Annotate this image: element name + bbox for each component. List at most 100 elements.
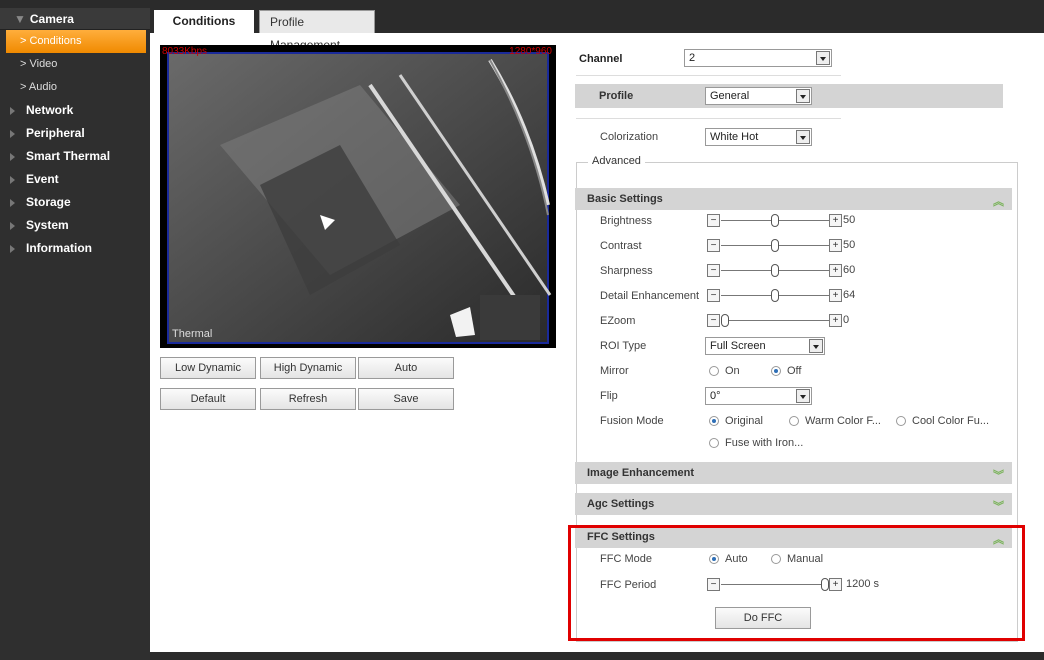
expand-arrow-icon xyxy=(10,222,15,230)
flip-label: Flip xyxy=(600,390,618,402)
minus-icon[interactable]: − xyxy=(707,289,720,302)
slider-thumb[interactable] xyxy=(771,264,779,277)
slider-thumb[interactable] xyxy=(771,214,779,227)
mirror-label: Mirror xyxy=(600,365,629,377)
sidebar-item-smart-thermal[interactable]: Smart Thermal xyxy=(0,145,150,168)
roi-type-value: Full Screen xyxy=(710,340,766,352)
sidebar-item-label: Event xyxy=(26,172,59,186)
sidebar-item-event[interactable]: Event xyxy=(0,168,150,191)
agc-settings-title: Agc Settings xyxy=(587,498,655,510)
slider-thumb[interactable] xyxy=(771,289,779,302)
channel-select[interactable]: 2 xyxy=(684,49,832,67)
contrast-slider[interactable]: − +50 xyxy=(707,239,867,253)
sidebar-item-peripheral[interactable]: Peripheral xyxy=(0,122,150,145)
chevron-down-icon xyxy=(809,339,823,353)
sidebar-item-label: Smart Thermal xyxy=(26,149,111,163)
sidebar-item-label: Peripheral xyxy=(26,126,85,140)
sharpness-slider[interactable]: − +60 xyxy=(707,264,867,278)
divider xyxy=(576,118,841,119)
fusion-mode-label: Fusion Mode xyxy=(600,415,664,427)
minus-icon[interactable]: − xyxy=(707,239,720,252)
fusion-iron-radio[interactable] xyxy=(709,438,719,448)
colorization-select[interactable]: White Hot xyxy=(705,128,812,146)
minus-icon[interactable]: − xyxy=(707,264,720,277)
plus-icon[interactable]: + xyxy=(829,239,842,252)
plus-icon[interactable]: + xyxy=(829,214,842,227)
expand-arrow-icon xyxy=(10,199,15,207)
sharpness-value: 60 xyxy=(843,264,856,276)
roi-type-select[interactable]: Full Screen xyxy=(705,337,825,355)
default-button[interactable]: Default xyxy=(160,388,256,410)
colorization-label: Colorization xyxy=(600,131,659,143)
sidebar-item-audio[interactable]: > Audio xyxy=(0,76,150,99)
advanced-legend: Advanced xyxy=(588,155,645,167)
sharpness-label: Sharpness xyxy=(600,265,653,277)
expand-chevron-icon[interactable]: ︾ xyxy=(993,496,1004,518)
channel-label: Channel xyxy=(579,53,623,65)
mirror-on-radio[interactable] xyxy=(709,366,719,376)
image-enhancement-header[interactable]: Image Enhancement ︾ xyxy=(575,462,1012,484)
thermal-image xyxy=(167,52,552,344)
tab-conditions[interactable]: Conditions xyxy=(154,10,254,33)
high-dynamic-button[interactable]: High Dynamic xyxy=(260,357,356,379)
profile-select[interactable]: General xyxy=(705,87,812,105)
sidebar-item-video[interactable]: > Video xyxy=(0,53,150,76)
minus-icon[interactable]: − xyxy=(707,214,720,227)
highlight-box xyxy=(568,525,1025,641)
sidebar-item-storage[interactable]: Storage xyxy=(0,191,150,214)
fusion-original-label: Original xyxy=(725,415,763,427)
brightness-slider[interactable]: − +50 xyxy=(707,214,867,228)
tab-bar: Conditions Profile Management xyxy=(150,8,1044,52)
sidebar-item-information[interactable]: Information xyxy=(0,237,150,260)
detail-enhancement-slider[interactable]: − +64 xyxy=(707,289,867,303)
sidebar-item-conditions[interactable]: > Conditions xyxy=(6,30,146,53)
fusion-cool-radio[interactable] xyxy=(896,416,906,426)
sidebar-item-label: Conditions xyxy=(29,35,82,47)
contrast-label: Contrast xyxy=(600,240,642,252)
top-bar xyxy=(0,0,1044,8)
channel-value: 2 xyxy=(689,52,696,64)
sidebar: ▼ Camera > Conditions > Video > Audio Net… xyxy=(0,8,150,660)
plus-icon[interactable]: + xyxy=(829,314,842,327)
auto-button[interactable]: Auto xyxy=(358,357,454,379)
sidebar-item-network[interactable]: Network xyxy=(0,99,150,122)
resolution-readout: 1280*960 xyxy=(509,46,552,57)
fusion-warm-radio[interactable] xyxy=(789,416,799,426)
brightness-value: 50 xyxy=(843,214,856,226)
flip-select[interactable]: 0° xyxy=(705,387,812,405)
image-enhancement-title: Image Enhancement xyxy=(587,467,694,479)
fusion-cool-label: Cool Color Fu... xyxy=(912,415,990,427)
chevron-down-icon xyxy=(796,389,810,403)
collapse-chevron-icon[interactable]: ︽ xyxy=(993,191,1004,213)
ezoom-label: EZoom xyxy=(600,315,636,327)
expand-arrow-icon xyxy=(10,130,15,138)
brightness-label: Brightness xyxy=(600,215,652,227)
profile-label: Profile xyxy=(599,90,634,102)
sidebar-item-label: Video xyxy=(29,58,58,70)
sidebar-item-system[interactable]: System xyxy=(0,214,150,237)
slider-thumb[interactable] xyxy=(771,239,779,252)
mirror-off-radio[interactable] xyxy=(771,366,781,376)
colorization-value: White Hot xyxy=(710,131,759,143)
mirror-off-label: Off xyxy=(787,365,802,377)
sidebar-header-camera[interactable]: ▼ Camera xyxy=(0,8,150,30)
expand-chevron-icon[interactable]: ︾ xyxy=(993,465,1004,487)
roi-type-label: ROI Type xyxy=(600,340,647,352)
tab-profile-management[interactable]: Profile Management xyxy=(259,10,375,52)
save-button[interactable]: Save xyxy=(358,388,454,410)
fusion-original-radio[interactable] xyxy=(709,416,719,426)
refresh-button[interactable]: Refresh xyxy=(260,388,356,410)
agc-settings-header[interactable]: Agc Settings ︾ xyxy=(575,493,1012,515)
low-dynamic-button[interactable]: Low Dynamic xyxy=(160,357,256,379)
minus-icon[interactable]: − xyxy=(707,314,720,327)
plus-icon[interactable]: + xyxy=(829,264,842,277)
plus-icon[interactable]: + xyxy=(829,289,842,302)
basic-settings-header[interactable]: Basic Settings ︽ xyxy=(575,188,1012,210)
video-channel-label: Thermal xyxy=(172,328,213,340)
profile-value: General xyxy=(710,90,750,102)
ezoom-slider[interactable]: − +0 xyxy=(707,314,867,328)
chevron-down-icon: ▼ xyxy=(14,12,26,26)
divider xyxy=(576,75,841,76)
slider-thumb[interactable] xyxy=(721,314,729,327)
flip-value: 0° xyxy=(710,390,721,402)
